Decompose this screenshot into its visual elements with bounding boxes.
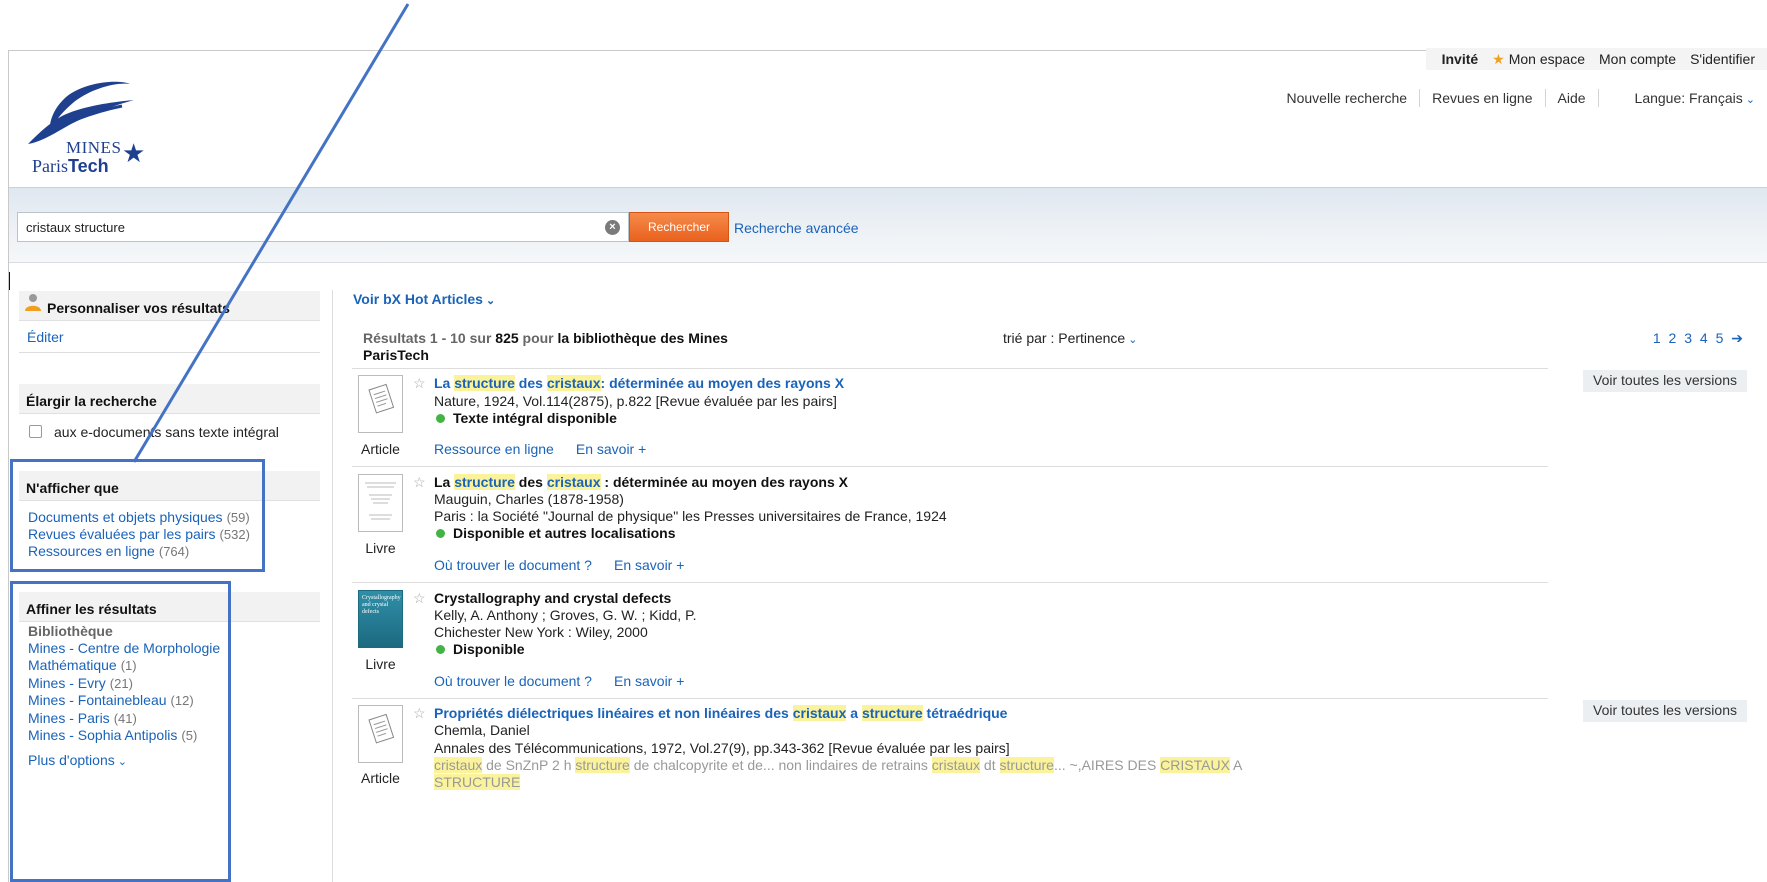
sign-in-link[interactable]: S'identifier (1690, 51, 1755, 67)
result-source: Annales des Télécommunications, 1972, Vo… (434, 740, 1010, 756)
all-versions-link[interactable]: Voir toutes les versions (1583, 370, 1747, 392)
result-title[interactable]: Crystallography and crystal defects (434, 590, 671, 606)
favorite-star-icon[interactable]: ☆ (413, 375, 426, 392)
online-resource-link[interactable]: Ressource en ligne (434, 441, 554, 457)
clear-icon[interactable]: × (605, 220, 620, 235)
result-author: Mauguin, Charles (1878-1958) (434, 491, 624, 507)
text-cursor (9, 272, 10, 290)
availability-status: Texte intégral disponible (434, 410, 617, 426)
result-snippet-cont: STRUCTURE (434, 774, 521, 790)
result-title[interactable]: Propriétés diélectriques linéaires et no… (434, 705, 1007, 721)
divider (352, 582, 1548, 583)
nav-online-journals[interactable]: Revues en ligne (1420, 89, 1546, 107)
result-type: Livre (365, 656, 396, 672)
availability-status: Disponible et autres localisations (434, 525, 676, 541)
divider (352, 368, 1548, 369)
availability-status: Disponible (434, 641, 525, 657)
my-account-link[interactable]: Mon compte (1599, 51, 1676, 67)
guest-label: Invité (1441, 51, 1479, 67)
annotation-box (10, 459, 265, 572)
result-snippet: cristaux de SnZnP 2 h structure de chalc… (434, 757, 1243, 773)
result-type: Article (361, 441, 400, 457)
book-cover (358, 474, 403, 532)
more-info-link[interactable]: En savoir + (614, 673, 684, 689)
chevron-down-icon: ⌄ (1742, 94, 1755, 106)
document-icon (358, 705, 403, 763)
results-summary: Résultats 1 - 10 sur 825 pour la bibliot… (363, 330, 728, 363)
chevron-down-icon: ⌄ (482, 295, 496, 307)
language-select[interactable]: Langue: Français ⌄ (1635, 90, 1755, 106)
result-type: Article (361, 770, 400, 786)
top-nav: Nouvelle recherche Revues en ligne Aide … (1274, 89, 1755, 107)
hot-articles-link[interactable]: Voir bX Hot Articles ⌄ (353, 291, 495, 307)
pagination[interactable]: 1 2 3 4 5 ➔ (1653, 330, 1745, 347)
annotation-box (10, 581, 231, 882)
nav-new-search[interactable]: Nouvelle recherche (1274, 89, 1421, 107)
sort-control[interactable]: trié par : Pertinence ⌄ (1003, 330, 1137, 346)
book-cover: Crystallography and crystal defects (358, 590, 403, 648)
result-type: Livre (365, 540, 396, 556)
result-author: Chemla, Daniel (434, 722, 530, 738)
advanced-search-link[interactable]: Recherche avancée (734, 220, 859, 236)
result-links: Où trouver le document ? En savoir + (434, 557, 706, 573)
divider (352, 466, 1548, 467)
star-icon: ★ (1492, 50, 1505, 67)
user-bar: Invité ★ Mon espace Mon compte S'identifi… (1425, 48, 1767, 70)
result-publisher: Paris : la Société "Journal de physique"… (434, 508, 947, 524)
document-icon (358, 375, 403, 433)
result-publisher: Chichester New York : Wiley, 2000 (434, 624, 648, 640)
my-space-link[interactable]: ★ Mon espace (1492, 51, 1585, 68)
more-info-link[interactable]: En savoir + (614, 557, 684, 573)
nav-help[interactable]: Aide (1546, 89, 1599, 107)
more-info-link[interactable]: En savoir + (576, 441, 646, 457)
result-links: Où trouver le document ? En savoir + (434, 673, 706, 689)
favorite-star-icon[interactable]: ☆ (413, 590, 426, 607)
result-source: Nature, 1924, Vol.114(2875), p.822 [Revu… (434, 393, 837, 409)
arrow-right-icon: ➔ (1731, 330, 1745, 346)
result-title[interactable]: La structure des cristaux : déterminée a… (434, 474, 848, 490)
favorite-star-icon[interactable]: ☆ (413, 474, 426, 491)
divider (352, 698, 1548, 699)
chevron-down-icon: ⌄ (1125, 334, 1138, 346)
result-links: Ressource en ligne En savoir + (434, 441, 668, 457)
find-document-link[interactable]: Où trouver le document ? (434, 673, 592, 689)
result-title[interactable]: La structure des cristaux: déterminée au… (434, 375, 844, 391)
annotation-arrow (132, 3, 410, 463)
all-versions-link[interactable]: Voir toutes les versions (1583, 700, 1747, 722)
search-button[interactable]: Rechercher (629, 212, 729, 242)
favorite-star-icon[interactable]: ☆ (413, 705, 426, 722)
find-document-link[interactable]: Où trouver le document ? (434, 557, 592, 573)
result-author: Kelly, A. Anthony ; Groves, G. W. ; Kidd… (434, 607, 697, 623)
